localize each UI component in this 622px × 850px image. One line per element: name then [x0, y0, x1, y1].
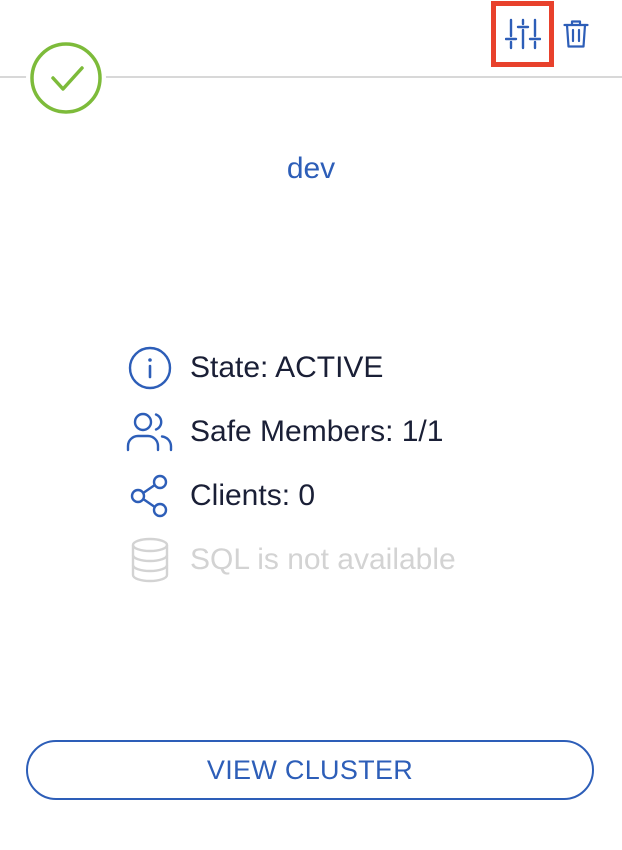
- state-text: State: ACTIVE: [190, 351, 384, 384]
- database-icon: [124, 534, 176, 586]
- sql-row: SQL is not available: [124, 528, 456, 592]
- safe-members-row: Safe Members: 1/1: [124, 400, 456, 464]
- check-circle-icon: [26, 38, 106, 118]
- settings-button[interactable]: [491, 1, 554, 67]
- delete-button[interactable]: [560, 16, 592, 52]
- cluster-name: dev: [286, 152, 336, 185]
- users-icon: [124, 406, 176, 458]
- safe-members-text: Safe Members: 1/1: [190, 415, 444, 448]
- view-cluster-button[interactable]: VIEW CLUSTER: [26, 740, 594, 800]
- clients-text: Clients: 0: [190, 479, 316, 512]
- cluster-card: dev State: ACTIVE Safe Members: 1/1 Clie…: [0, 0, 622, 850]
- clients-row: Clients: 0: [124, 464, 456, 528]
- cluster-stats: State: ACTIVE Safe Members: 1/1 Clients:…: [124, 336, 456, 592]
- sliders-icon: [504, 18, 541, 50]
- state-row: State: ACTIVE: [124, 336, 456, 400]
- share-icon: [124, 470, 176, 522]
- trash-icon: [563, 20, 589, 48]
- info-icon: [124, 342, 176, 394]
- sql-text: SQL is not available: [190, 543, 456, 576]
